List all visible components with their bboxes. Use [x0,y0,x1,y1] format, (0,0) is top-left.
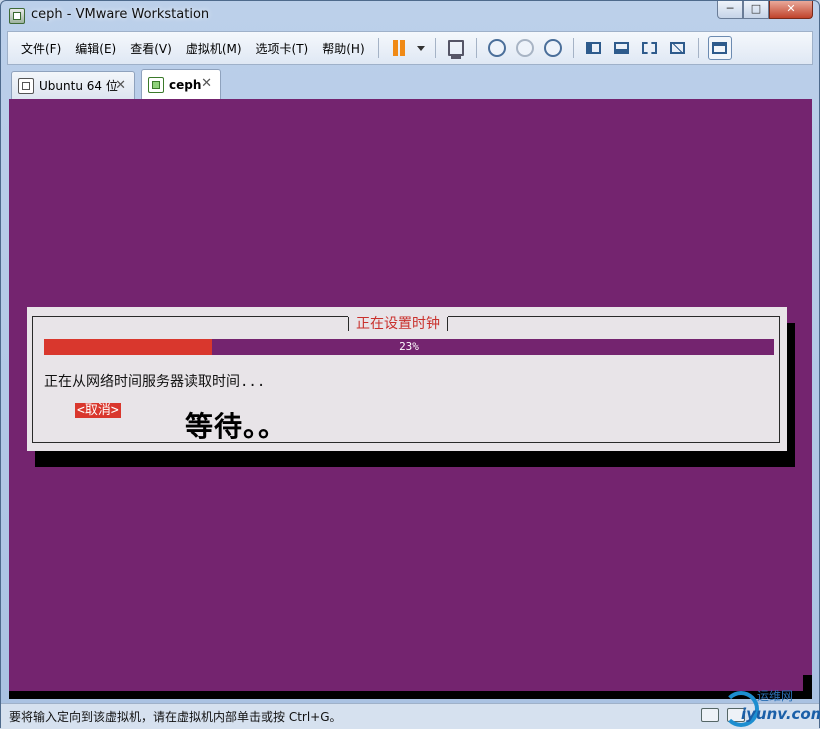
close-icon[interactable]: ✕ [201,76,212,91]
minimize-button[interactable]: ─ [717,1,743,19]
hard-disk-icon[interactable] [701,708,719,722]
watermark-logo: 运维网 iyunv.com [723,685,820,729]
pause-icon[interactable] [388,37,410,59]
menu-toolbar: 文件(F) 编辑(E) 查看(V) 虚拟机(M) 选项卡(T) 帮助(H) [7,31,813,65]
console-bottom-strip [9,691,812,699]
toolbar-separator [572,38,574,58]
chevron-down-icon[interactable] [416,37,426,59]
console-view-icon[interactable] [707,36,732,60]
menu-file[interactable]: 文件(F) [14,40,68,57]
close-button[interactable]: ✕ [769,1,813,19]
dialog-frame: 正在设置时钟 23% 正在从网络时间服务器读取时间... <取消> 等待。。 [32,313,780,443]
tab-label: ceph [169,77,202,92]
status-bar: 要将输入定向到该虚拟机，请在虚拟机内部单击或按 Ctrl+G。 [1,703,819,729]
tab-label: Ubuntu 64 位 [39,79,118,93]
snapshot-manager-icon[interactable] [542,37,564,59]
watermark-en: iyunv.com [741,705,820,723]
library-view-icon[interactable] [583,37,605,59]
maximize-button[interactable]: □ [743,1,769,19]
menu-vm[interactable]: 虚拟机(M) [179,40,249,57]
menu-help[interactable]: 帮助(H) [315,40,371,57]
window-title: ceph - VMware Workstation [31,7,210,22]
status-text: 要将输入定向到该虚拟机，请在虚拟机内部单击或按 Ctrl+G。 [9,710,342,724]
revert-snapshot-icon[interactable] [514,37,536,59]
menu-edit[interactable]: 编辑(E) [68,40,123,57]
watermark-cn: 运维网 [757,689,794,703]
vm-running-icon [148,76,164,93]
annotation-text: 等待。。 [185,410,288,443]
toolbar-separator [697,38,699,58]
vmware-icon [9,8,25,24]
progress-text: 23% [399,340,419,353]
cancel-button[interactable]: <取消> [75,403,121,418]
network-icon[interactable] [445,37,467,59]
thumbnail-view-icon[interactable] [611,37,633,59]
vm-icon [18,77,34,94]
status-message: 正在从网络时间服务器读取时间... [44,374,266,390]
fullscreen-icon[interactable] [639,37,661,59]
unity-icon[interactable] [667,37,689,59]
progress-bar: 23% [44,339,774,355]
title-bar: ceph - VMware Workstation ─ □ ✕ [1,1,819,29]
tab-ceph[interactable]: ceph ✕ [141,69,221,99]
close-icon[interactable]: ✕ [115,78,126,93]
vm-console[interactable]: 正在设置时钟 23% 正在从网络时间服务器读取时间... <取消> 等待。。 [9,99,812,699]
dialog-title: 正在设置时钟 [348,313,448,333]
menu-view[interactable]: 查看(V) [123,40,179,57]
window-controls: ─ □ ✕ [717,1,813,21]
tab-bar: Ubuntu 64 位 ✕ ceph ✕ [7,69,813,99]
toolbar-separator [434,38,436,58]
clock-dialog: 正在设置时钟 23% 正在从网络时间服务器读取时间... <取消> 等待。。 [27,307,787,451]
take-snapshot-icon[interactable] [486,37,508,59]
toolbar-separator [377,38,379,58]
toolbar-separator [475,38,477,58]
tab-ubuntu[interactable]: Ubuntu 64 位 ✕ [11,71,135,99]
menu-tabs[interactable]: 选项卡(T) [249,40,316,57]
app-window: ceph - VMware Workstation ─ □ ✕ 文件(F) 编辑… [0,0,820,729]
